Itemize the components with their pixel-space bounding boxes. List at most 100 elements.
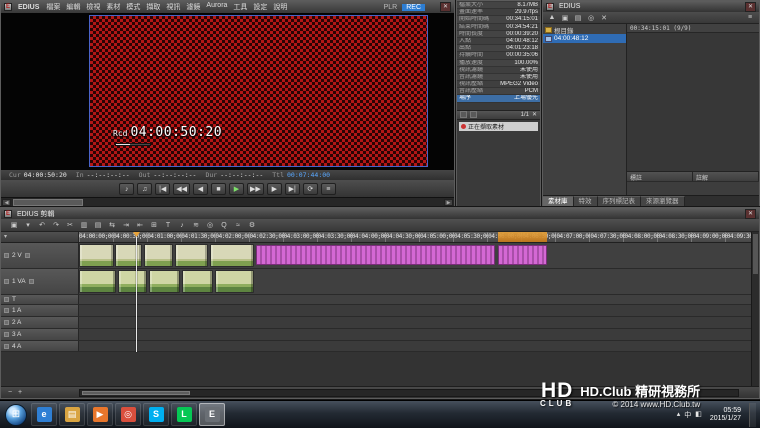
track-mute-icon[interactable] — [4, 320, 9, 325]
property-row[interactable]: 視訊壓縮 MPEG2 Video — [457, 81, 540, 88]
copy-icon[interactable]: ▥ — [79, 221, 89, 229]
scrollbar-thumb[interactable] — [13, 199, 83, 206]
track-lane[interactable] — [79, 329, 759, 340]
stop-icon[interactable]: ■ — [211, 183, 226, 195]
menu-item[interactable]: 濾鏡 — [183, 2, 203, 12]
scroll-right-icon[interactable]: ▶ — [444, 199, 453, 206]
track-header[interactable]: T — [1, 295, 79, 304]
undo-icon[interactable]: ↶ — [37, 221, 47, 229]
menu-item[interactable]: 工具 — [230, 2, 250, 12]
marker-list-area[interactable] — [627, 181, 759, 195]
menu-item[interactable]: 檔案 — [43, 2, 63, 12]
media-player-icon[interactable]: ▶ — [87, 403, 113, 426]
track-header[interactable]: 2 V — [1, 243, 79, 268]
menu-item[interactable]: 檢視 — [83, 2, 103, 12]
menu-item[interactable]: 編輯 — [63, 2, 83, 12]
track-header[interactable]: 3 A — [1, 329, 79, 340]
paste-icon[interactable]: ▤ — [93, 221, 103, 229]
track-mute-icon[interactable] — [4, 308, 9, 313]
video-clip[interactable] — [210, 244, 254, 267]
snap-icon[interactable]: ≈ — [233, 222, 243, 229]
close-icon[interactable]: ✕ — [532, 111, 537, 118]
palette-tab[interactable]: 來源瀏覽器 — [641, 196, 685, 206]
video-audio-clip[interactable] — [149, 270, 180, 293]
property-row[interactable]: 入點 04:00:48:12 — [457, 38, 540, 45]
track-lane[interactable] — [79, 243, 759, 268]
zoom-in-icon[interactable]: + — [15, 389, 25, 396]
menu-item[interactable]: Aurora — [203, 2, 230, 12]
clip-list-area[interactable] — [627, 33, 759, 171]
delete-icon[interactable]: ✕ — [599, 14, 609, 22]
menu-item[interactable]: 素材 — [103, 2, 123, 12]
track-lock-icon[interactable] — [4, 297, 9, 302]
save-icon[interactable]: ▣ — [9, 221, 19, 229]
track-header[interactable]: 1 A — [1, 305, 79, 316]
property-row[interactable]: 視訊濾鏡 未使用 — [457, 67, 540, 74]
property-row[interactable]: 結束時間碼 00:34:54:21 — [457, 24, 540, 31]
track-mute-icon[interactable] — [4, 332, 9, 337]
capture-stop-icon[interactable] — [470, 111, 477, 118]
track-lane[interactable] — [79, 295, 759, 304]
track-header[interactable]: 4 A — [1, 341, 79, 351]
new-folder-icon[interactable]: ▣ — [560, 14, 570, 22]
start-button[interactable]: ⊞ — [5, 404, 27, 426]
search-icon[interactable]: ◎ — [205, 221, 215, 229]
video-clip[interactable] — [79, 244, 114, 267]
track-lane[interactable] — [79, 269, 759, 294]
fast-forward-icon[interactable]: ▶▶ — [247, 183, 264, 195]
explorer-icon[interactable]: ▤ — [59, 403, 85, 426]
scroll-left-icon[interactable]: ◀ — [2, 199, 11, 206]
track-lane[interactable] — [79, 341, 759, 351]
redo-icon[interactable]: ↷ — [51, 221, 61, 229]
track-header[interactable]: 2 A — [1, 317, 79, 328]
menu-item[interactable]: 設定 — [250, 2, 270, 12]
property-row[interactable]: 開始時間碼 00:34:15:01 — [457, 16, 540, 23]
tree-item[interactable]: 根目錄 — [543, 25, 626, 34]
recorder-mode-tab[interactable]: REC — [402, 4, 425, 11]
still-image-clip[interactable] — [256, 245, 495, 265]
property-row[interactable]: 檔案大小 8.17MB — [457, 2, 540, 9]
palette-tab[interactable]: 素材庫 — [543, 196, 574, 206]
line-icon[interactable]: L — [171, 403, 197, 426]
track-lock-icon[interactable] — [4, 279, 9, 284]
video-audio-clip[interactable] — [182, 270, 213, 293]
tray-icon[interactable]: ▴ — [677, 410, 681, 420]
mixer-icon[interactable]: ≋ — [191, 221, 201, 229]
next-clip-icon[interactable]: ▶| — [285, 183, 300, 195]
mark-in-icon[interactable]: ⇥ — [121, 221, 131, 229]
track-output-icon[interactable] — [25, 253, 30, 258]
play-icon[interactable]: ▶ — [229, 183, 244, 195]
next-frame-icon[interactable]: ▶ — [267, 183, 282, 195]
timeline-vertical-scrollbar[interactable] — [751, 232, 759, 386]
tree-item[interactable]: 04:00:48:12 — [543, 34, 626, 43]
mute-icon[interactable]: ♫ — [137, 183, 152, 195]
loop-icon[interactable]: ⟳ — [303, 183, 318, 195]
edius-icon[interactable]: E — [199, 403, 225, 426]
capture-settings-icon[interactable] — [460, 111, 467, 118]
search-icon[interactable]: ◎ — [586, 14, 596, 22]
zoom-out-icon[interactable]: − — [5, 389, 15, 396]
track-lane[interactable] — [79, 317, 759, 328]
menu-item[interactable]: 視訊 — [163, 2, 183, 12]
column-header[interactable]: 註解 — [693, 172, 759, 181]
property-row[interactable]: 音訊濾鏡 未使用 — [457, 74, 540, 81]
dropdown-icon[interactable]: ▾ — [23, 221, 33, 229]
tray-icon[interactable]: ◧ — [695, 410, 702, 420]
property-row[interactable]: 畫面速率 29.97fps — [457, 9, 540, 16]
chrome-icon[interactable]: ◎ — [115, 403, 141, 426]
add-clip-icon[interactable]: ⊞ — [149, 221, 159, 229]
video-audio-clip[interactable] — [215, 270, 254, 293]
voiceover-icon[interactable]: ♪ — [177, 222, 187, 229]
capture-item[interactable]: 正在擷取素材 — [459, 122, 538, 131]
export-icon[interactable]: ≡ — [321, 183, 336, 195]
video-clip[interactable] — [144, 244, 173, 267]
rewind-icon[interactable]: ◀◀ — [173, 183, 190, 195]
view-mode-icon[interactable]: ▤ — [573, 14, 583, 22]
ie-icon[interactable]: e — [31, 403, 57, 426]
player-mode-tab[interactable]: PLR — [380, 4, 402, 11]
volume-icon[interactable]: ♪ — [119, 183, 134, 195]
video-audio-clip[interactable] — [79, 270, 116, 293]
scrollbar-thumb[interactable] — [82, 391, 190, 395]
preview-scrollbar[interactable]: ◀ ▶ — [1, 197, 454, 207]
palette-tab[interactable]: 序列標記表 — [598, 196, 642, 206]
